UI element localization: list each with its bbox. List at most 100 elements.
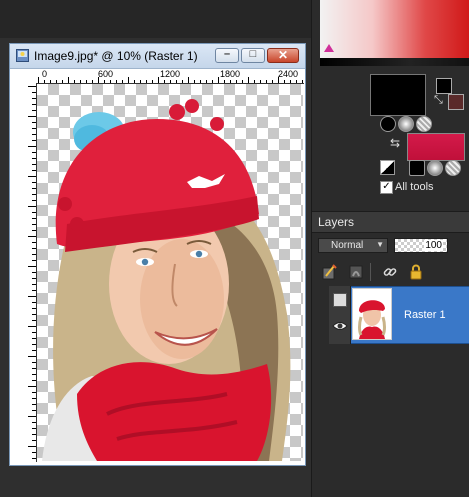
image-window-titlebar[interactable]: Image9.jpg* @ 10% (Raster 1) – □ ✕ [10,44,305,69]
chevron-down-icon: ▼ [376,240,384,249]
ruler-tick [278,77,279,83]
background-pattern-mode-icon[interactable] [445,160,461,176]
ruler-tick [152,80,153,83]
ruler-tick [134,80,135,83]
ruler-tick [32,92,36,93]
ruler-tick [32,440,36,441]
ruler-tick [28,86,36,87]
all-tools-checkbox[interactable]: ✓ [380,181,393,194]
ruler-tick [32,194,36,195]
link-icon[interactable] [382,264,398,280]
layers-panel-header[interactable]: Layers [312,211,469,233]
background-gradient-mode-icon[interactable] [427,160,443,176]
background-solid-mode-icon[interactable] [409,160,425,176]
ruler-tick [32,134,36,135]
ruler-tick [28,386,36,387]
ruler-tick [28,296,36,297]
ruler-horizontal[interactable]: 0 600 1200 1800 2400 [36,69,304,84]
ruler-tick [302,80,303,83]
ruler-tick [86,80,87,83]
close-button[interactable]: ✕ [267,48,299,63]
ruler-tick [98,77,99,83]
image-canvas[interactable] [37,84,303,461]
swap-arrows-icon[interactable]: ⤡ [434,94,443,107]
background-small-swatch[interactable] [448,94,464,110]
ruler-vertical[interactable] [20,84,37,462]
ruler-tick [32,392,36,393]
ruler-tick [32,422,36,423]
cutout-photo [42,99,291,461]
opacity-field[interactable]: 100 [394,238,448,253]
image-window-title: Image9.jpg* @ 10% (Raster 1) [34,49,198,63]
image-document-icon [16,49,29,62]
ruler-tick [32,290,36,291]
foreground-pattern-mode-icon[interactable] [416,116,432,132]
opacity-value: 100 [424,240,443,251]
ruler-tick [32,374,36,375]
lock-icon[interactable] [408,264,424,280]
ruler-tick [32,458,36,459]
color-picker-bottom-strip[interactable] [320,58,469,66]
layer-group-icon[interactable] [333,293,347,307]
ruler-corner [20,69,36,83]
ruler-tick [128,77,129,83]
ruler-tick [32,338,36,339]
ruler-tick [254,80,255,83]
ruler-tick [28,146,36,147]
ruler-tick [194,80,195,83]
color-picker-marker-icon[interactable] [324,44,334,52]
swap-colors-icon[interactable]: ⇆ [390,136,400,150]
ruler-tick [28,416,36,417]
ruler-tick [28,176,36,177]
ruler-tick [260,80,261,83]
ruler-tick [32,278,36,279]
ruler-tick [290,80,291,83]
ruler-tick [32,434,36,435]
ruler-tick [32,98,36,99]
blend-mode-select[interactable]: Normal ▼ [318,238,388,253]
foreground-gradient-mode-icon[interactable] [398,116,414,132]
maximize-button[interactable]: □ [241,48,265,63]
ruler-tick [32,314,36,315]
ruler-tick [32,368,36,369]
foreground-color-swatch[interactable] [370,74,426,116]
ruler-tick [200,80,201,83]
ruler-tick [188,77,189,83]
eye-icon[interactable] [332,320,348,332]
ruler-tick [158,77,159,83]
ruler-label: 1200 [160,69,181,79]
ruler-tick [32,128,36,129]
ruler-tick [32,410,36,411]
ruler-tick [32,104,36,105]
ruler-tick [56,80,57,83]
ruler-tick [284,80,285,83]
foreground-small-swatch[interactable] [436,78,452,94]
ruler-tick [32,344,36,345]
ruler-tick [44,80,45,83]
ruler-tick [32,248,36,249]
new-raster-layer-icon[interactable] [322,264,338,280]
reset-colors-icon[interactable] [380,160,395,175]
image-window[interactable]: Image9.jpg* @ 10% (Raster 1) – □ ✕ 0 600… [9,43,306,466]
ruler-tick [32,308,36,309]
workspace-top-band [0,0,311,38]
ruler-tick [32,170,36,171]
ruler-tick [28,266,36,267]
ruler-tick [32,212,36,213]
ruler-label: 600 [98,69,114,79]
ruler-tick [32,164,36,165]
ruler-tick [32,362,36,363]
new-mask-layer-icon[interactable] [348,264,364,280]
ruler-tick [32,302,36,303]
ruler-tick [32,242,36,243]
ruler-tick [92,80,93,83]
ruler-tick [110,80,111,83]
ruler-tick [62,80,63,83]
ruler-tick [28,446,36,447]
ruler-tick [32,122,36,123]
background-color-swatch[interactable] [407,133,465,161]
ruler-tick [80,80,81,83]
minimize-button[interactable]: – [215,48,239,63]
foreground-solid-mode-icon[interactable] [380,116,396,132]
ruler-tick [28,236,36,237]
